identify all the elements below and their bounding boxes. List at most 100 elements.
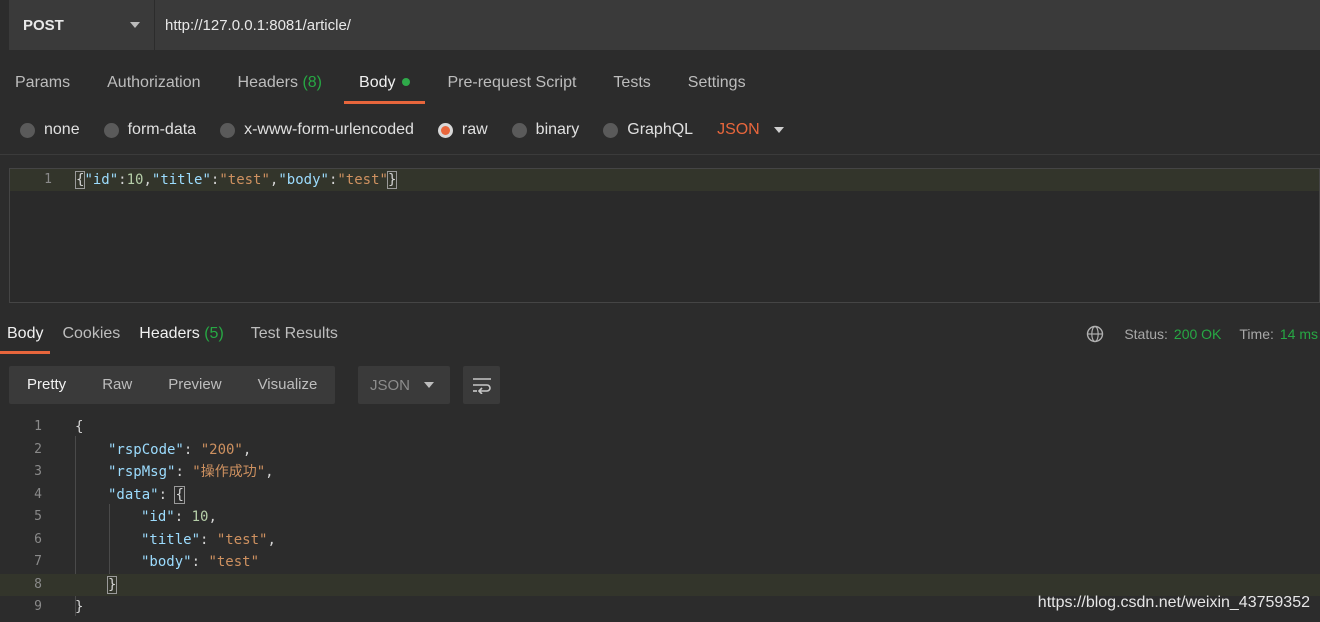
token: "body" bbox=[141, 554, 192, 570]
url-text: http://127.0.0.1:8081/article/ bbox=[165, 16, 351, 34]
headers-count: (5) bbox=[204, 325, 224, 342]
wrap-lines-button[interactable] bbox=[463, 366, 500, 404]
token: : bbox=[183, 442, 201, 458]
code-text: "body": "test" bbox=[141, 551, 259, 573]
radio-none[interactable]: none bbox=[20, 121, 80, 139]
token: , bbox=[267, 532, 276, 548]
code-text: "id": 10, bbox=[141, 506, 217, 528]
view-preview-button[interactable]: Preview bbox=[150, 366, 239, 404]
code-text: } bbox=[106, 574, 118, 596]
token: "test" bbox=[219, 172, 270, 188]
method-label: POST bbox=[23, 16, 64, 34]
line-number: 4 bbox=[34, 487, 42, 502]
radio-circle-icon bbox=[103, 122, 119, 138]
url-input[interactable]: http://127.0.0.1:8081/article/ bbox=[155, 0, 1320, 50]
code-line: 1 {"id":10,"title":"test","body":"test"} bbox=[10, 169, 1319, 191]
response-tabs: Body Cookies Headers (5) Test Results bbox=[0, 314, 350, 354]
status-badge[interactable]: 200 OK bbox=[1174, 326, 1221, 342]
format-label: JSON bbox=[370, 376, 411, 394]
radio-label: x-www-form-urlencoded bbox=[244, 121, 414, 138]
token: "test" bbox=[216, 532, 268, 548]
token: : bbox=[200, 532, 217, 548]
tab-response-body[interactable]: Body bbox=[0, 314, 51, 354]
token: : bbox=[118, 172, 127, 188]
view-pretty-button[interactable]: Pretty bbox=[9, 366, 84, 404]
wrap-icon bbox=[472, 378, 491, 394]
radio-circle-icon bbox=[603, 122, 619, 138]
radio-urlencoded[interactable]: x-www-form-urlencoded bbox=[220, 121, 414, 139]
response-body-viewer[interactable]: 1 { 2 "rspCode": "200", 3 "rspMsg": "操作成… bbox=[0, 414, 1320, 622]
view-visualize-button[interactable]: Visualize bbox=[240, 366, 336, 404]
radio-selected-icon bbox=[437, 122, 453, 138]
line-number: 1 bbox=[44, 172, 52, 187]
tab-authorization[interactable]: Authorization bbox=[92, 62, 215, 104]
tab-label: Tests bbox=[613, 74, 651, 91]
divider bbox=[0, 154, 1320, 155]
token: : bbox=[158, 487, 176, 503]
tab-label: Settings bbox=[687, 74, 746, 91]
tab-pre-request-script[interactable]: Pre-request Script bbox=[432, 62, 591, 104]
line-number: 8 bbox=[34, 577, 42, 592]
radio-form-data[interactable]: form-data bbox=[103, 121, 196, 139]
radio-graphql[interactable]: GraphQL bbox=[603, 121, 693, 139]
chevron-down-icon bbox=[424, 382, 434, 388]
token: } bbox=[75, 599, 84, 615]
request-body-editor[interactable]: 1 {"id":10,"title":"test","body":"test"} bbox=[9, 168, 1320, 303]
radio-label: raw bbox=[461, 121, 488, 138]
line-number: 5 bbox=[34, 509, 42, 524]
tab-cookies[interactable]: Cookies bbox=[55, 314, 127, 354]
token: "操作成功" bbox=[192, 464, 266, 480]
tab-label: Body bbox=[7, 325, 44, 342]
view-raw-button[interactable]: Raw bbox=[84, 366, 150, 404]
tab-label: Body bbox=[359, 74, 396, 91]
code-line: 5 "id": 10, bbox=[0, 506, 1320, 528]
tab-label: Headers bbox=[139, 325, 200, 342]
code-line: 6 "title": "test", bbox=[0, 529, 1320, 551]
chevron-down-icon bbox=[773, 127, 784, 133]
raw-format-select[interactable]: JSON bbox=[717, 121, 784, 139]
token: { bbox=[174, 486, 185, 504]
token: "title" bbox=[151, 172, 211, 188]
time-value[interactable]: 14 ms bbox=[1280, 326, 1318, 342]
code-line: 3 "rspMsg": "操作成功", bbox=[0, 461, 1320, 483]
line-number: 7 bbox=[34, 554, 42, 569]
time-label: Time: bbox=[1239, 326, 1274, 342]
status-label: Status: bbox=[1124, 326, 1168, 342]
tab-response-headers[interactable]: Headers (5) bbox=[132, 314, 231, 354]
token: , bbox=[242, 442, 252, 458]
tab-tests[interactable]: Tests bbox=[598, 62, 665, 104]
globe-icon[interactable] bbox=[1086, 325, 1104, 343]
line-number: 3 bbox=[34, 464, 42, 479]
modified-dot-icon bbox=[402, 77, 411, 86]
token: "200" bbox=[200, 442, 243, 458]
watermark: https://blog.csdn.net/weixin_43759352 bbox=[1037, 594, 1310, 611]
method-select[interactable]: POST bbox=[9, 0, 155, 50]
code-line: 7 "body": "test" bbox=[0, 551, 1320, 573]
tab-label: Authorization bbox=[107, 74, 201, 91]
radio-circle-icon bbox=[511, 122, 527, 138]
code-text: "rspCode": "200", bbox=[108, 439, 251, 461]
token: "rspCode" bbox=[108, 442, 184, 458]
url-bar: POST http://127.0.0.1:8081/article/ bbox=[9, 0, 1320, 50]
line-number: 6 bbox=[34, 532, 42, 547]
line-number: 9 bbox=[34, 599, 42, 614]
tab-test-results[interactable]: Test Results bbox=[244, 314, 345, 354]
code-line: 1 { bbox=[0, 416, 1320, 438]
tab-settings[interactable]: Settings bbox=[673, 62, 761, 104]
token: 10 bbox=[126, 172, 144, 188]
radio-circle-icon bbox=[20, 122, 35, 138]
token: } bbox=[386, 171, 398, 189]
response-status: Status: 200 OK Time: 14 ms bbox=[1086, 314, 1318, 354]
token: , bbox=[143, 172, 152, 188]
token: 10 bbox=[191, 509, 209, 525]
radio-circle-icon bbox=[220, 122, 236, 138]
line-number: 1 bbox=[34, 419, 42, 434]
radio-raw[interactable]: raw bbox=[437, 121, 488, 139]
response-format-select[interactable]: JSON bbox=[358, 366, 450, 404]
radio-binary[interactable]: binary bbox=[511, 121, 579, 139]
tab-headers[interactable]: Headers (8) bbox=[223, 62, 338, 104]
code-text: } bbox=[75, 596, 83, 618]
tab-body[interactable]: Body bbox=[344, 62, 426, 104]
tab-params[interactable]: Params bbox=[0, 62, 85, 104]
code-text: "rspMsg": "操作成功", bbox=[108, 461, 274, 483]
